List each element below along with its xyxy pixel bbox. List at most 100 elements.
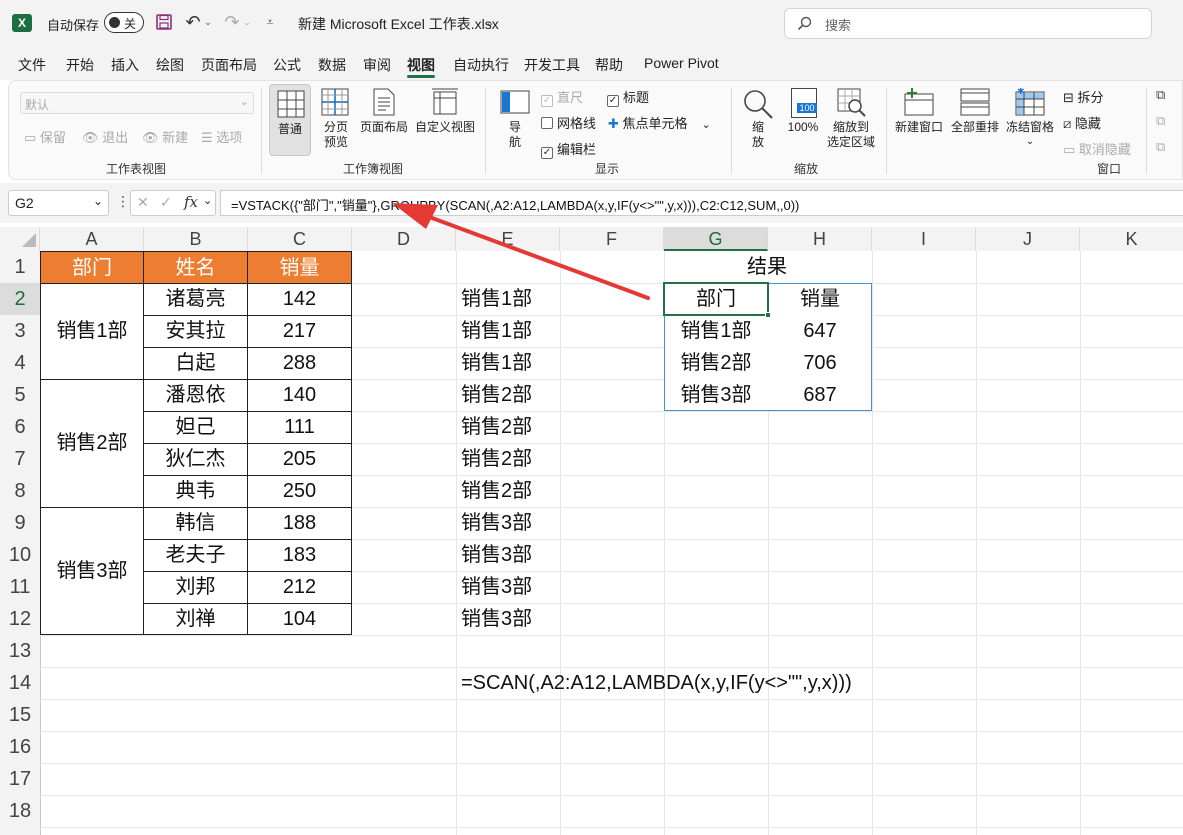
scan-result-cell[interactable]: 销售3部 (461, 539, 532, 571)
column-header-j[interactable]: J (976, 227, 1080, 251)
row-header[interactable]: 18 (0, 795, 40, 827)
tab-file[interactable]: 文件 (18, 55, 46, 75)
zoom-selection-button[interactable]: 缩放到 选定区域 (823, 86, 879, 156)
redo-dropdown-icon[interactable]: ⌄ (242, 14, 252, 30)
name-cell[interactable]: 老夫子 (143, 539, 248, 572)
sales-cell[interactable]: 142 (247, 283, 352, 316)
row-header[interactable]: 17 (0, 763, 40, 795)
name-cell[interactable]: 韩信 (143, 507, 248, 540)
name-box[interactable]: G2 ⌄ (8, 190, 109, 216)
exit-view-button[interactable]: 👁 退出 (82, 127, 128, 146)
sales-cell[interactable]: 111 (247, 411, 352, 444)
column-header-k[interactable]: K (1080, 227, 1183, 251)
tab-draw[interactable]: 绘图 (156, 55, 184, 75)
tab-review[interactable]: 审阅 (363, 55, 391, 75)
scan-result-cell[interactable]: 销售2部 (461, 411, 532, 443)
tab-formulas[interactable]: 公式 (273, 55, 301, 75)
customize-qat-icon[interactable]: ⩡ (263, 13, 277, 31)
hide-button[interactable]: ⧄ 隐藏 (1063, 113, 1101, 132)
row-header[interactable]: 5 (0, 379, 40, 411)
row-header[interactable]: 2 (0, 283, 40, 315)
row-header[interactable]: 7 (0, 443, 40, 475)
sales-cell[interactable]: 183 (247, 539, 352, 572)
scan-result-cell[interactable]: 销售3部 (461, 603, 532, 635)
name-cell[interactable]: 安其拉 (143, 315, 248, 348)
zoom-100-button[interactable]: 100 100% (783, 86, 823, 156)
new-window-button[interactable]: 新建窗口 (893, 86, 945, 142)
focus-cell-button[interactable]: ✚ 焦点单元格 ⌄ (608, 113, 711, 132)
column-header-b[interactable]: B (144, 227, 248, 251)
reset-position-icon[interactable]: ⧉ (1156, 139, 1165, 155)
tab-page-layout[interactable]: 页面布局 (201, 55, 257, 75)
keep-view-button[interactable]: ▭ 保留 (24, 127, 66, 146)
name-cell[interactable]: 诸葛亮 (143, 283, 248, 316)
sheet-view-dropdown[interactable]: 默认 ⌄ (20, 92, 254, 114)
formula-input[interactable]: =VSTACK({"部门","销量"},GROUPBY(SCAN(,A2:A12… (220, 190, 1183, 216)
tab-home[interactable]: 开始 (66, 55, 94, 75)
row-header[interactable]: 15 (0, 699, 40, 731)
active-cell-selection[interactable] (663, 282, 769, 316)
name-cell[interactable]: 潘恩依 (143, 379, 248, 412)
name-cell[interactable]: 典韦 (143, 475, 248, 508)
result-sales-cell[interactable]: 687 (768, 379, 872, 411)
row-header[interactable]: 6 (0, 411, 40, 443)
name-cell[interactable]: 狄仁杰 (143, 443, 248, 476)
gridlines-checkbox[interactable]: 网格线 (541, 113, 596, 132)
new-view-button[interactable]: 👁 新建 (142, 127, 188, 146)
sync-scroll-icon[interactable]: ⧉ (1156, 113, 1165, 129)
title-dropdown-icon[interactable]: ⌄ (484, 14, 496, 30)
enter-icon[interactable]: ✓ (160, 194, 172, 211)
table-header-sales[interactable]: 销量 (247, 251, 352, 284)
autosave-toggle[interactable]: 关 (104, 12, 144, 33)
cancel-icon[interactable]: ✕ (137, 194, 149, 211)
undo-dropdown-icon[interactable]: ⌄ (203, 14, 213, 30)
headings-checkbox[interactable]: ✓ 标题 (607, 87, 649, 107)
tab-data[interactable]: 数据 (318, 55, 346, 75)
result-dept-cell[interactable]: 销售1部 (664, 315, 768, 347)
name-cell[interactable]: 白起 (143, 347, 248, 380)
row-header[interactable]: 11 (0, 571, 40, 603)
sales-cell[interactable]: 288 (247, 347, 352, 380)
sales-cell[interactable]: 212 (247, 571, 352, 604)
column-header-i[interactable]: I (872, 227, 976, 251)
zoom-button[interactable]: 缩 放 (740, 86, 776, 156)
name-cell[interactable]: 妲己 (143, 411, 248, 444)
result-dept-cell[interactable]: 销售3部 (664, 379, 768, 411)
result-header-sales[interactable]: 销量 (768, 283, 872, 315)
column-header-g[interactable]: G (664, 227, 768, 251)
scan-result-cell[interactable]: 销售2部 (461, 443, 532, 475)
select-all-corner[interactable] (0, 227, 40, 251)
sales-cell[interactable]: 205 (247, 443, 352, 476)
normal-view-button[interactable]: 普通 (269, 84, 311, 156)
unhide-button[interactable]: ▭ 取消隐藏 (1063, 139, 1131, 158)
sales-cell[interactable]: 140 (247, 379, 352, 412)
undo-icon[interactable]: ↶ (183, 12, 203, 32)
scan-result-cell[interactable]: 销售2部 (461, 475, 532, 507)
row-header[interactable]: 16 (0, 731, 40, 763)
sales-cell[interactable]: 250 (247, 475, 352, 508)
tab-view[interactable]: 视图 (407, 55, 435, 75)
tab-automate[interactable]: 自动执行 (453, 55, 509, 75)
sales-cell[interactable]: 104 (247, 603, 352, 635)
table-header-dept[interactable]: 部门 (40, 251, 144, 284)
result-sales-cell[interactable]: 647 (768, 315, 872, 347)
sales-cell[interactable]: 217 (247, 315, 352, 348)
side-by-side-icon[interactable]: ⧉ (1156, 87, 1165, 103)
fill-handle[interactable] (765, 312, 771, 318)
name-cell[interactable]: 刘禅 (143, 603, 248, 635)
result-dept-cell[interactable]: 销售2部 (664, 347, 768, 379)
table-header-name[interactable]: 姓名 (143, 251, 248, 284)
scan-result-cell[interactable]: 销售1部 (461, 347, 532, 379)
file-title[interactable]: 新建 Microsoft Excel 工作表.xlsx (298, 14, 499, 34)
column-header-c[interactable]: C (248, 227, 352, 251)
tab-developer[interactable]: 开发工具 (524, 55, 580, 75)
column-header-a[interactable]: A (40, 227, 144, 251)
more-options-icon[interactable]: ⋮ (116, 193, 130, 210)
ruler-checkbox[interactable]: ✓ 直尺 (541, 87, 583, 107)
row-header[interactable]: 3 (0, 315, 40, 347)
row-header[interactable]: 14 (0, 667, 40, 699)
save-icon[interactable] (155, 13, 173, 31)
custom-view-button[interactable]: 自定义视图 (413, 84, 477, 156)
scan-result-cell[interactable]: 销售1部 (461, 315, 532, 347)
view-options-button[interactable]: ☰ 选项 (201, 127, 242, 146)
